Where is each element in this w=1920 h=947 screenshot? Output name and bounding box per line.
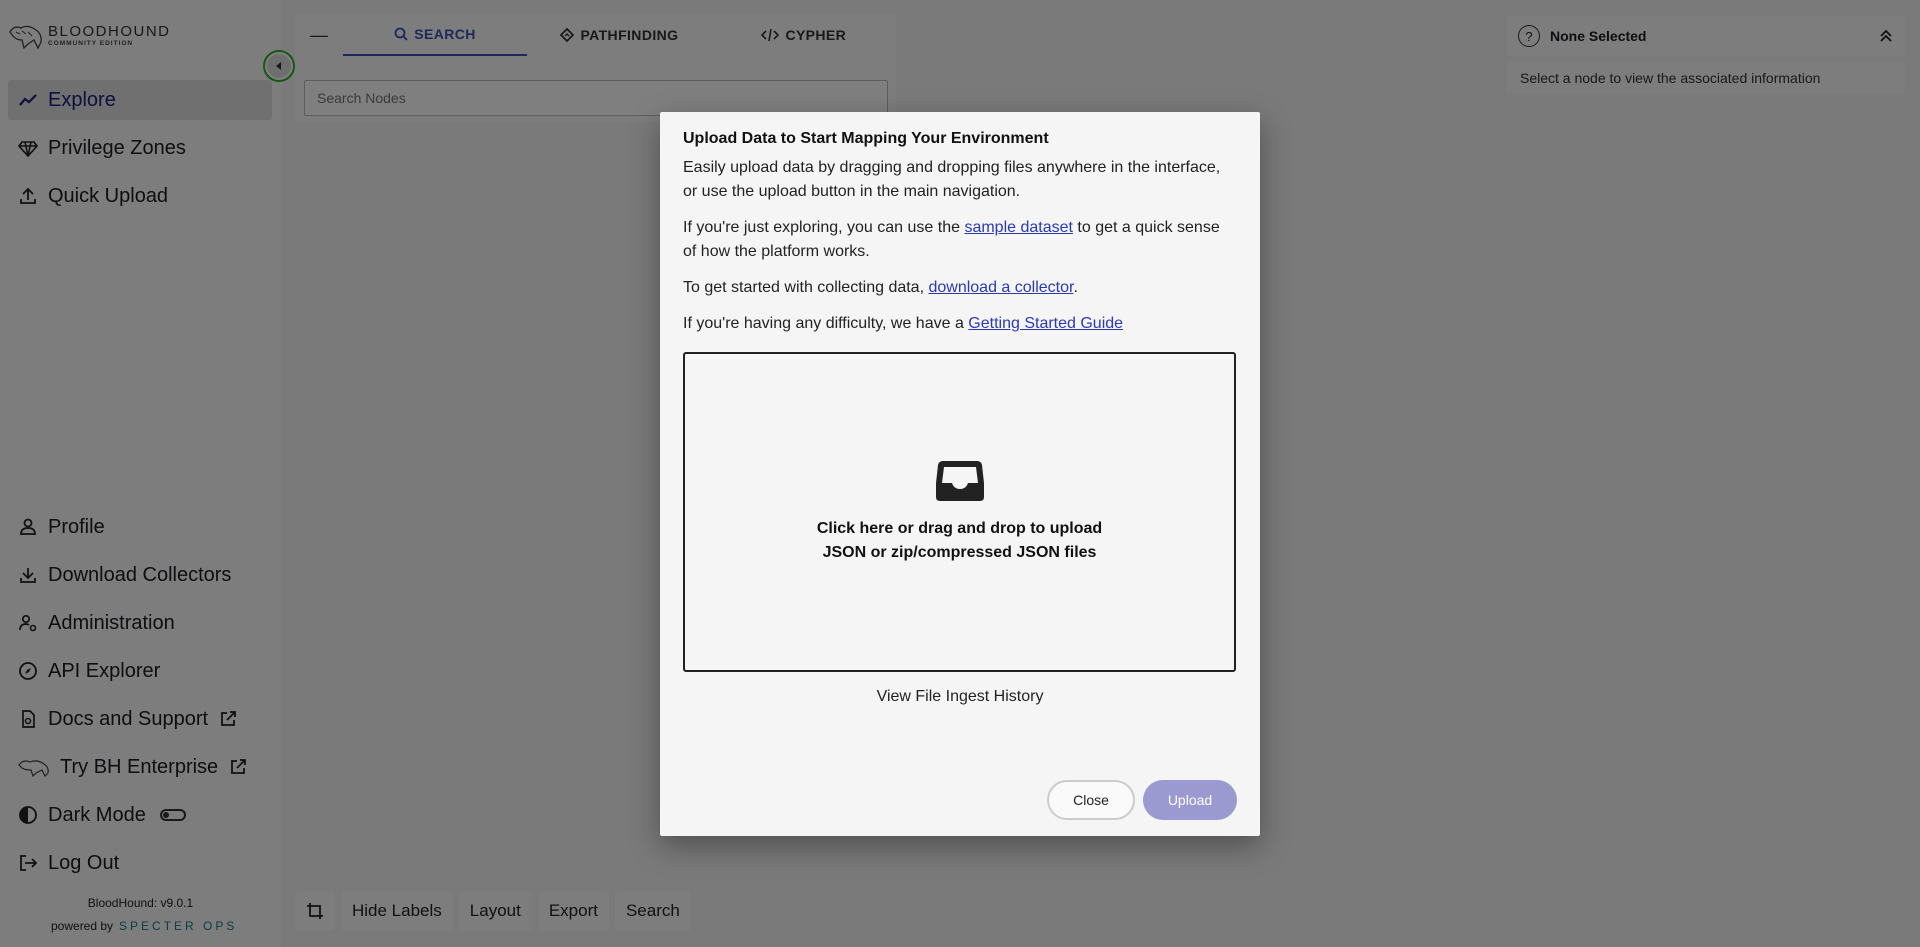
- guide-text-before: If you're having any difficulty, we have…: [683, 315, 969, 332]
- view-ingest-history-link[interactable]: View File Ingest History: [660, 688, 1260, 706]
- collector-text-before: To get started with collecting data,: [683, 279, 929, 296]
- sample-text-before: If you're just exploring, you can use th…: [683, 219, 965, 236]
- modal-collector-text: To get started with collecting data, dow…: [683, 276, 1237, 300]
- file-dropzone[interactable]: Click here or drag and drop to upload JS…: [683, 352, 1236, 672]
- dropzone-line-2: JSON or zip/compressed JSON files: [822, 544, 1097, 561]
- modal-guide-text: If you're having any difficulty, we have…: [683, 312, 1237, 336]
- inbox-icon: [935, 461, 984, 501]
- collector-text-after: .: [1073, 279, 1078, 296]
- sample-dataset-link[interactable]: sample dataset: [964, 219, 1073, 236]
- download-collector-link[interactable]: download a collector: [928, 279, 1073, 296]
- modal-intro-text: Easily upload data by dragging and dropp…: [683, 159, 1221, 200]
- modal-title: Upload Data to Start Mapping Your Enviro…: [683, 130, 1049, 147]
- dropzone-line-1: Click here or drag and drop to upload: [816, 520, 1103, 537]
- upload-button[interactable]: Upload: [1143, 780, 1237, 820]
- close-button[interactable]: Close: [1047, 780, 1135, 820]
- upload-modal: Upload Data to Start Mapping Your Enviro…: [660, 112, 1260, 836]
- getting-started-guide-link[interactable]: Getting Started Guide: [968, 315, 1123, 332]
- modal-sample-text: If you're just exploring, you can use th…: [683, 216, 1237, 264]
